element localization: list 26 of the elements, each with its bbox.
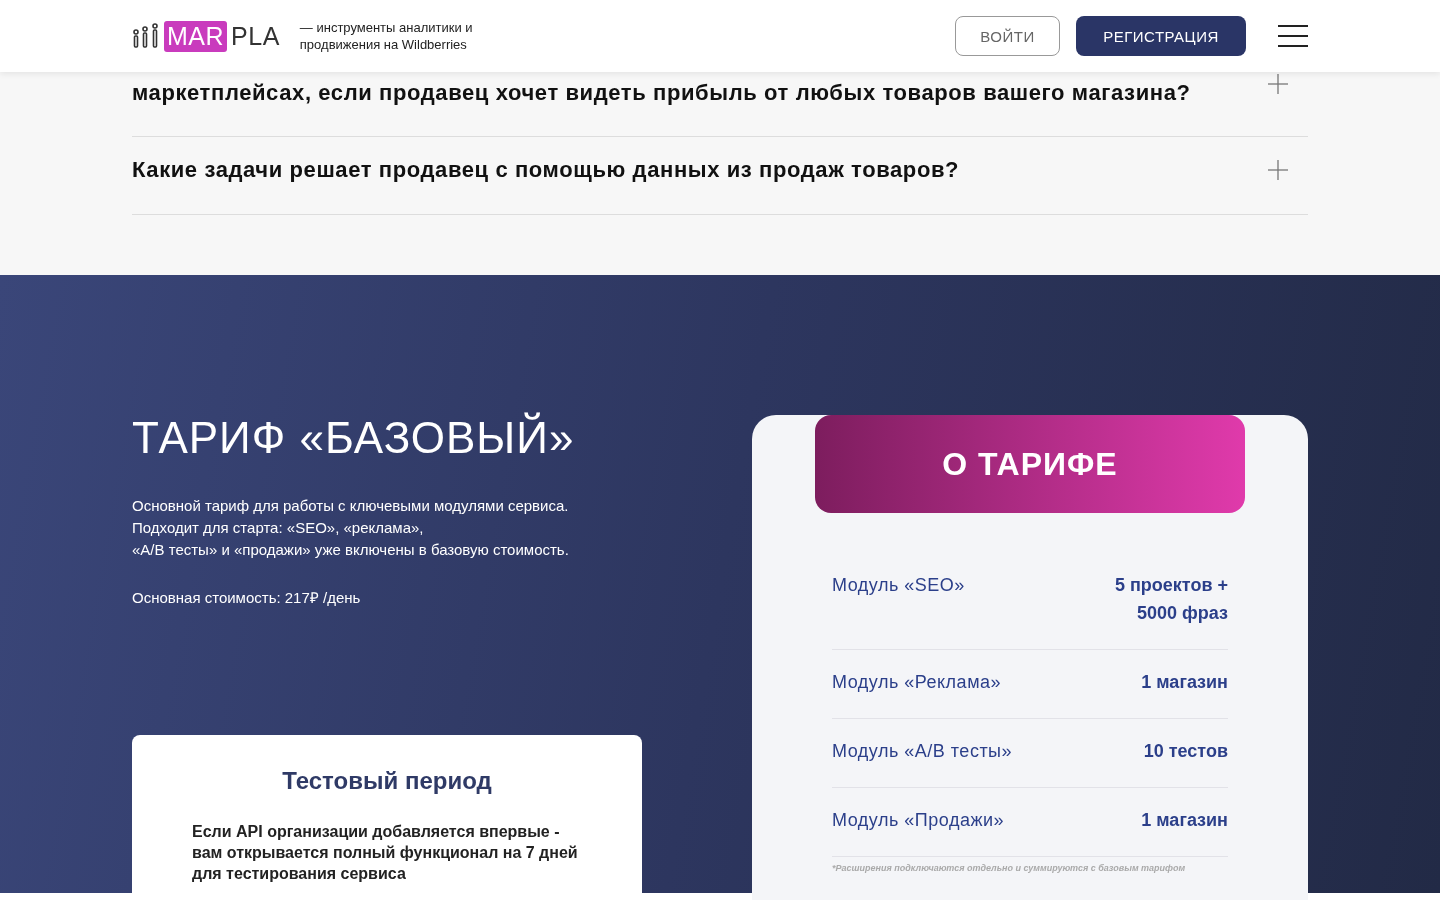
tariff-title: ТАРИФ «БАЗОВЫЙ» [132, 413, 576, 463]
module-limit: 10 тестов [1143, 740, 1228, 763]
plus-icon[interactable] [1268, 74, 1288, 94]
module-name: Модуль «Реклама» [832, 671, 1002, 694]
tagline: — инструменты аналитики и продвижения на Wildberries [299, 19, 474, 53]
register-button[interactable]: РЕГИСТРАЦИЯ [1076, 16, 1246, 56]
footnote: *Расширения подключаются отдельно и суммируются с базовым тарифом [832, 863, 1187, 873]
login-button[interactable]: ВОЙТИ [955, 16, 1060, 56]
faq-question[interactable]: Какие задачи решает продавец с помощью данных из продаж товаров? [132, 157, 960, 183]
tariff-description: Основной тариф для работы с ключевыми модулями сервиса. Подходит для старта: «SEO», «реклама», «A/B тесты» и «продажи» уже включены в базовую стоимость. [132, 496, 570, 560]
plus-icon[interactable] [1268, 160, 1288, 180]
module-name: Модуль «SEO» [832, 574, 965, 597]
module-name: Модуль «A/B тесты» [832, 740, 1013, 763]
module-name: Модуль «Продажи» [832, 809, 1004, 832]
logo-text: PLA [231, 21, 280, 51]
trial-title: Тестовый период [281, 767, 493, 795]
module-limit: 1 магазин [1141, 671, 1228, 694]
faq-question[interactable]: маркетплейсах, если продавец хочет видеть прибыль от любых товаров вашего магазина? [132, 80, 1191, 106]
module-limit: 5 проектов + 5000 фраз [1113, 574, 1228, 625]
about-badge: О ТАРИФЕ [815, 415, 1245, 513]
menu-icon[interactable] [1278, 24, 1308, 48]
trial-text: Если API организации добавляется впервые - вам открывается полный функционал на 7 дней для тестирования сервиса [192, 822, 579, 884]
module-limit: 1 магазин [1141, 809, 1228, 832]
bars-icon [132, 23, 160, 49]
logo-mark: MAR [164, 20, 228, 52]
price-text: Основная стоимость: 217₽ /день [132, 588, 362, 607]
